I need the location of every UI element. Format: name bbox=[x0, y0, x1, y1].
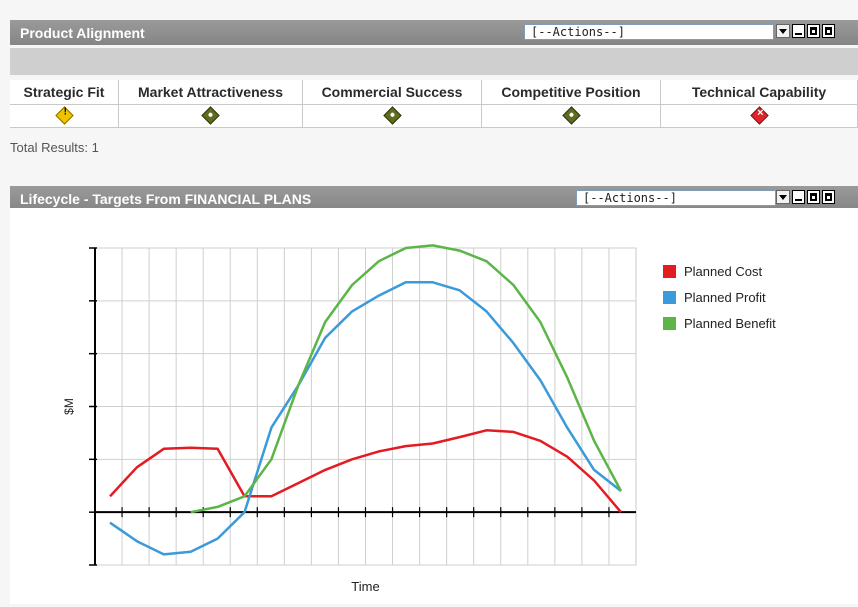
panel-title: Product Alignment bbox=[20, 25, 145, 41]
x-axis-label: Time bbox=[351, 579, 379, 594]
col-strategic-fit[interactable]: Strategic Fit bbox=[10, 80, 119, 105]
legend-swatch bbox=[663, 265, 676, 278]
total-results: Total Results: 1 bbox=[10, 140, 99, 155]
alignment-table: Strategic Fit Market Attractiveness Comm… bbox=[10, 80, 858, 128]
toolbar-strip bbox=[10, 48, 858, 75]
minimize-icon[interactable] bbox=[792, 190, 805, 204]
panel-title: Lifecycle - Targets From FINANCIAL PLANS bbox=[20, 191, 312, 207]
warning-icon bbox=[54, 106, 74, 125]
product-alignment-header: Product Alignment [--Actions--] bbox=[10, 20, 858, 45]
legend-label: Planned Benefit bbox=[684, 316, 776, 331]
legend-swatch bbox=[663, 317, 676, 330]
restore-icon[interactable] bbox=[822, 190, 835, 204]
y-axis-label: $M bbox=[62, 398, 76, 415]
legend-swatch bbox=[663, 291, 676, 304]
ok-status-icon bbox=[201, 106, 220, 125]
chevron-down-icon[interactable] bbox=[776, 24, 790, 38]
col-competitive-position[interactable]: Competitive Position bbox=[481, 80, 661, 105]
lifecycle-chart: Time $M Planned Cost Planned Profit Planned … bbox=[62, 244, 776, 594]
col-commercial-success[interactable]: Commercial Success bbox=[302, 80, 482, 105]
actions-select[interactable]: [--Actions--] bbox=[524, 24, 774, 40]
table-row bbox=[10, 104, 858, 128]
ok-status-icon bbox=[561, 106, 581, 125]
error-icon bbox=[749, 106, 769, 125]
col-technical-capability[interactable]: Technical Capability bbox=[660, 80, 858, 105]
restore-icon[interactable] bbox=[822, 24, 835, 38]
chevron-down-icon[interactable] bbox=[776, 190, 790, 204]
actions-select[interactable]: [--Actions--] bbox=[576, 190, 776, 206]
legend-label: Planned Profit bbox=[684, 290, 766, 305]
legend-label: Planned Cost bbox=[684, 264, 762, 279]
ok-status-icon bbox=[382, 106, 402, 125]
maximize-icon[interactable] bbox=[807, 190, 820, 204]
lifecycle-chart-area: Time $M Planned Cost Planned Profit Planned … bbox=[10, 208, 858, 604]
maximize-icon[interactable] bbox=[807, 24, 820, 38]
col-market-attractiveness[interactable]: Market Attractiveness bbox=[118, 80, 303, 105]
minimize-icon[interactable] bbox=[792, 24, 805, 38]
